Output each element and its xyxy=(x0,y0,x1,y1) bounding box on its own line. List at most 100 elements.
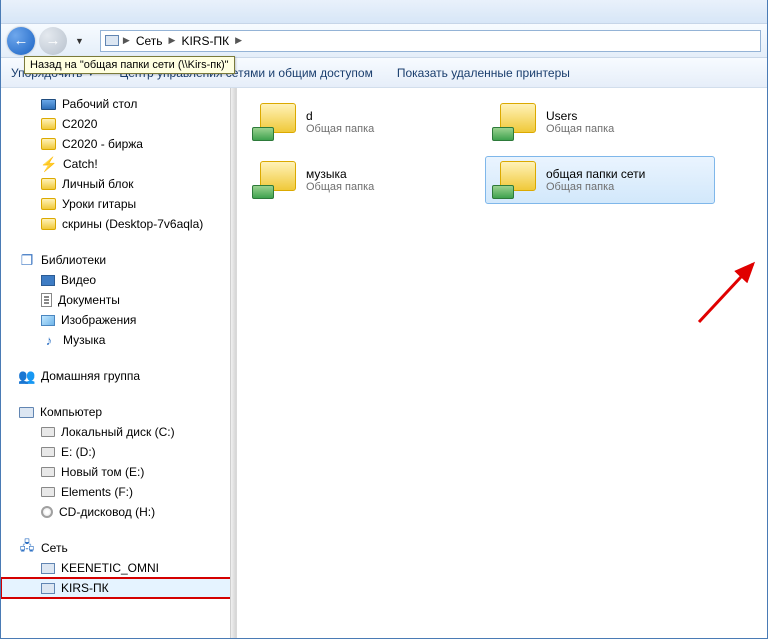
sidebar-item[interactable]: Личный блок xyxy=(1,174,236,194)
music-icon: ♪ xyxy=(41,332,57,348)
sidebar-item-music[interactable]: ♪ Музыка xyxy=(1,330,236,350)
sidebar-item[interactable]: ⚡ Catch! xyxy=(1,154,236,174)
navigation-pane[interactable]: Рабочий стол C2020 C2020 - биржа ⚡ Catch!… xyxy=(1,88,237,638)
sidebar-computer-header[interactable]: Компьютер xyxy=(1,402,236,422)
pc-icon xyxy=(41,583,55,594)
sidebar-item-label: KIRS-ПК xyxy=(61,581,109,595)
breadcrumb-root[interactable]: Сеть xyxy=(134,34,165,48)
share-item[interactable]: музыка Общая папка xyxy=(245,156,475,204)
explorer-body: Рабочий стол C2020 C2020 - биржа ⚡ Catch!… xyxy=(1,88,767,638)
folder-icon xyxy=(41,118,56,130)
picture-icon xyxy=(41,315,55,326)
sidebar-item-label: Catch! xyxy=(63,157,98,171)
share-name: d xyxy=(306,109,374,123)
shared-folder-icon xyxy=(492,161,536,199)
sidebar-item-cd[interactable]: CD-дисковод (H:) xyxy=(1,502,236,522)
sidebar-item-desktop[interactable]: Рабочий стол xyxy=(1,94,236,114)
sidebar-item-label: KEENETIC_OMNI xyxy=(61,561,159,575)
back-button[interactable]: ← xyxy=(7,27,35,55)
back-tooltip: Назад на "общая папки сети (\\Kirs-пк)" xyxy=(24,56,235,74)
sidebar-item-label: Домашняя группа xyxy=(41,369,140,383)
folder-icon xyxy=(41,218,56,230)
content-pane[interactable]: d Общая папка Users Общая папка музыка xyxy=(237,88,767,638)
folder-icon xyxy=(41,178,56,190)
sidebar-item-video[interactable]: Видео xyxy=(1,270,236,290)
chevron-right-icon: ▶ xyxy=(235,35,242,46)
sidebar-item-drive[interactable]: Локальный диск (C:) xyxy=(1,422,236,442)
sidebar-network-header[interactable]: 🖧 Сеть xyxy=(1,538,236,558)
explorer-window: ← → ▼ ▶ Сеть ▶ KIRS-ПК ▶ Назад на "общая… xyxy=(0,0,768,639)
shared-folder-icon xyxy=(252,161,296,199)
library-icon: ❐ xyxy=(19,252,35,268)
chevron-right-icon: ▶ xyxy=(169,35,176,46)
share-item[interactable]: d Общая папка xyxy=(245,98,475,146)
sidebar-item-label: Видео xyxy=(61,273,96,287)
sidebar-item-drive[interactable]: Новый том (E:) xyxy=(1,462,236,482)
disk-icon xyxy=(41,487,55,497)
cd-icon xyxy=(41,506,53,518)
sidebar-item-drive[interactable]: Elements (F:) xyxy=(1,482,236,502)
sidebar-item[interactable]: C2020 xyxy=(1,114,236,134)
sidebar-item-label: C2020 - биржа xyxy=(62,137,143,151)
catch-icon: ⚡ xyxy=(41,156,57,172)
sidebar-item-documents[interactable]: Документы xyxy=(1,290,236,310)
sidebar-item[interactable]: C2020 - биржа xyxy=(1,134,236,154)
sidebar-homegroup-header[interactable]: 👥 Домашняя группа xyxy=(1,366,236,386)
sidebar-item-label: Уроки гитары xyxy=(62,197,136,211)
sidebar-item-label: E: (D:) xyxy=(61,445,96,459)
sidebar-item-label: Локальный диск (C:) xyxy=(61,425,175,439)
sidebar-item-drive[interactable]: E: (D:) xyxy=(1,442,236,462)
share-subtitle: Общая папка xyxy=(306,181,374,193)
sidebar-item-label: CD-дисковод (H:) xyxy=(59,505,155,519)
title-bar xyxy=(1,0,767,24)
pc-icon xyxy=(41,563,55,574)
sidebar-item-network-pc-current[interactable]: KIRS-ПК xyxy=(1,578,236,598)
share-name: Users xyxy=(546,109,614,123)
nav-bar: ← → ▼ ▶ Сеть ▶ KIRS-ПК ▶ xyxy=(1,24,767,58)
history-dropdown-icon[interactable]: ▼ xyxy=(71,36,88,46)
annotation-arrow xyxy=(691,250,767,330)
sidebar-item-label: Документы xyxy=(58,293,120,307)
sidebar-item[interactable]: скрины (Desktop-7v6aqla) xyxy=(1,214,236,234)
forward-arrow-icon: → xyxy=(46,32,61,49)
video-icon xyxy=(41,275,55,286)
disk-icon xyxy=(41,447,55,457)
sidebar-item-label: Сеть xyxy=(41,541,68,555)
sidebar-item-label: Изображения xyxy=(61,313,136,327)
folder-icon xyxy=(41,138,56,150)
back-arrow-icon: ← xyxy=(14,32,29,49)
sidebar-item-label: Музыка xyxy=(63,333,105,347)
sidebar-item-label: Компьютер xyxy=(40,405,102,419)
shared-folder-icon xyxy=(252,103,296,141)
location-icon xyxy=(105,35,119,46)
desktop-icon xyxy=(41,99,56,110)
sidebar-item-label: Личный блок xyxy=(62,177,134,191)
sidebar-item-label: Библиотеки xyxy=(41,253,106,267)
folder-grid: d Общая папка Users Общая папка музыка xyxy=(245,98,759,204)
share-subtitle: Общая папка xyxy=(306,123,374,135)
sidebar-item-network-pc[interactable]: KEENETIC_OMNI xyxy=(1,558,236,578)
homegroup-icon: 👥 xyxy=(19,368,35,384)
share-name: музыка xyxy=(306,167,374,181)
network-icon: 🖧 xyxy=(19,540,35,556)
share-subtitle: Общая папка xyxy=(546,181,645,193)
sidebar-item-pictures[interactable]: Изображения xyxy=(1,310,236,330)
breadcrumb-node[interactable]: KIRS-ПК xyxy=(179,34,231,48)
chevron-right-icon: ▶ xyxy=(123,35,130,46)
disk-icon xyxy=(41,427,55,437)
sidebar-scrollbar[interactable] xyxy=(230,88,236,638)
folder-icon xyxy=(41,198,56,210)
sidebar-item-label: Рабочий стол xyxy=(62,97,137,111)
share-item[interactable]: Users Общая папка xyxy=(485,98,715,146)
show-printers-button[interactable]: Показать удаленные принтеры xyxy=(397,66,570,80)
sidebar-item-label: Elements (F:) xyxy=(61,485,133,499)
share-item-selected[interactable]: общая папки сети Общая папка xyxy=(485,156,715,204)
forward-button[interactable]: → xyxy=(39,27,67,55)
share-name: общая папки сети xyxy=(546,167,645,181)
disk-icon xyxy=(41,467,55,477)
address-bar[interactable]: ▶ Сеть ▶ KIRS-ПК ▶ xyxy=(100,30,761,52)
computer-icon xyxy=(19,407,34,418)
sidebar-item[interactable]: Уроки гитары xyxy=(1,194,236,214)
sidebar-libraries-header[interactable]: ❐ Библиотеки xyxy=(1,250,236,270)
share-subtitle: Общая папка xyxy=(546,123,614,135)
